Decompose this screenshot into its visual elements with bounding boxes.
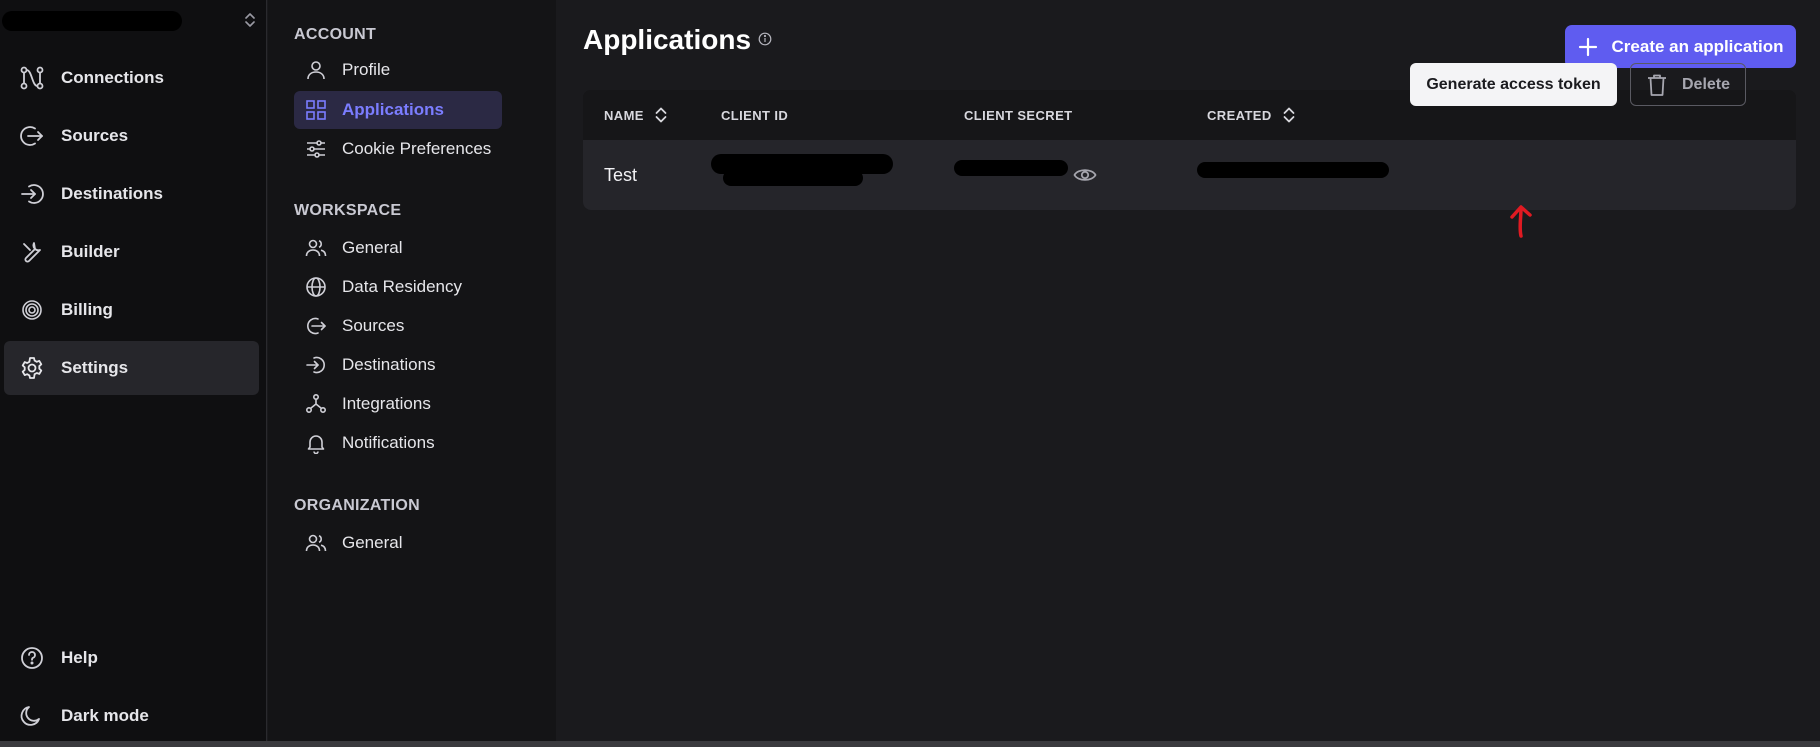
settings-item-label: Destinations [342,355,436,374]
builder-icon [18,238,46,266]
settings-item-destinations[interactable]: Destinations [294,346,502,384]
nav-item-billing[interactable]: Billing [4,283,259,337]
globe-icon [303,274,329,300]
nav-item-destinations[interactable]: Destinations [4,167,259,221]
left-nav: Connections Sources Destinations Builder [0,0,267,747]
column-header-label: CLIENT ID [721,107,789,123]
bell-icon [303,430,329,456]
moon-icon [18,702,46,730]
nav-item-help[interactable]: Help [4,631,259,685]
create-application-button[interactable]: Create an application [1565,25,1796,68]
nav-label: Destinations [61,184,164,203]
sources-icon [303,313,329,339]
settings-item-applications[interactable]: Applications [294,91,502,129]
annotation-arrow-icon [1510,205,1532,238]
chevron-updown-icon [245,13,255,27]
settings-item-label: Notifications [342,433,435,452]
settings-item-label: General [342,238,403,257]
page-title: Applications [583,24,752,55]
sliders-icon [303,136,329,162]
sources-icon [18,122,46,150]
main-content: Applications Create an application NAME … [556,0,1820,747]
section-heading-account: ACCOUNT [294,26,377,43]
grid-icon [303,97,329,123]
delete-button[interactable]: Delete [1630,63,1746,106]
settings-item-integrations[interactable]: Integrations [294,385,502,423]
redacted-workspace-name [2,11,182,31]
settings-item-data-residency[interactable]: Data Residency [294,268,502,306]
users-icon [303,235,329,261]
section-heading-workspace: WORKSPACE [294,202,402,219]
column-header-label: CLIENT SECRET [964,107,1073,123]
settings-item-cookie-preferences[interactable]: Cookie Preferences [294,130,502,168]
settings-nav: ACCOUNT Profile Applications Cookie Pref… [268,0,556,747]
create-application-label: Create an application [1611,36,1784,56]
table-row: Test [583,140,1796,210]
info-icon[interactable] [758,32,772,46]
window-bottom-edge [0,741,1820,747]
settings-item-label: Profile [342,60,391,79]
settings-item-sources[interactable]: Sources [294,307,502,345]
settings-item-org-general[interactable]: General [294,524,502,562]
billing-icon [18,296,46,324]
destinations-icon [18,180,46,208]
settings-item-label: Cookie Preferences [342,139,492,158]
users-icon [303,530,329,556]
column-header-label: NAME [604,107,644,123]
gear-icon [18,354,46,382]
settings-item-notifications[interactable]: Notifications [294,424,502,462]
plus-icon [1578,37,1597,56]
applications-table: NAME CLIENT ID CLIENT SECRET CREATED Tes… [583,90,1796,210]
eye-icon[interactable] [1073,163,1097,187]
nav-label: Sources [61,126,129,145]
nav-label: Connections [61,68,164,87]
column-header-label: CREATED [1207,107,1272,123]
redacted-client-secret [954,160,1068,176]
nav-item-builder[interactable]: Builder [4,225,259,279]
help-icon [18,644,46,672]
nav-item-sources[interactable]: Sources [4,109,259,163]
settings-item-label: Sources [342,316,405,335]
redacted-client-id-line2 [723,170,863,186]
sort-icon [1283,107,1295,123]
column-header-client-secret: CLIENT SECRET [964,90,1072,140]
settings-item-label: General [342,533,403,552]
integrations-icon [303,391,329,417]
user-icon [303,57,329,83]
nav-label: Settings [61,358,129,377]
section-heading-organization: ORGANIZATION [294,497,420,514]
sort-icon [655,107,667,123]
app-name-cell: Test [604,164,638,185]
settings-item-general[interactable]: General [294,229,502,267]
redacted-created-date [1197,162,1389,178]
nav-item-settings[interactable]: Settings [4,341,259,395]
settings-item-label: Integrations [342,394,431,413]
nav-item-connections[interactable]: Connections [4,51,259,105]
delete-label: Delete [1681,75,1731,93]
trash-icon [1647,74,1666,96]
nav-label: Dark mode [61,706,149,725]
destinations-icon [303,352,329,378]
workspace-switcher[interactable] [0,0,267,44]
nav-label: Builder [61,242,120,261]
nav-label: Help [61,648,98,667]
nav-label: Billing [61,300,113,319]
connections-icon [18,64,46,92]
generate-access-token-button[interactable]: Generate access token [1410,63,1617,106]
settings-item-profile[interactable]: Profile [294,51,502,89]
column-header-created[interactable]: CREATED [1207,90,1296,140]
nav-item-dark-mode[interactable]: Dark mode [4,689,259,743]
settings-item-label: Data Residency [342,277,463,296]
column-header-name[interactable]: NAME [604,90,668,140]
settings-item-label: Applications [342,100,445,119]
column-header-client-id: CLIENT ID [721,90,788,140]
